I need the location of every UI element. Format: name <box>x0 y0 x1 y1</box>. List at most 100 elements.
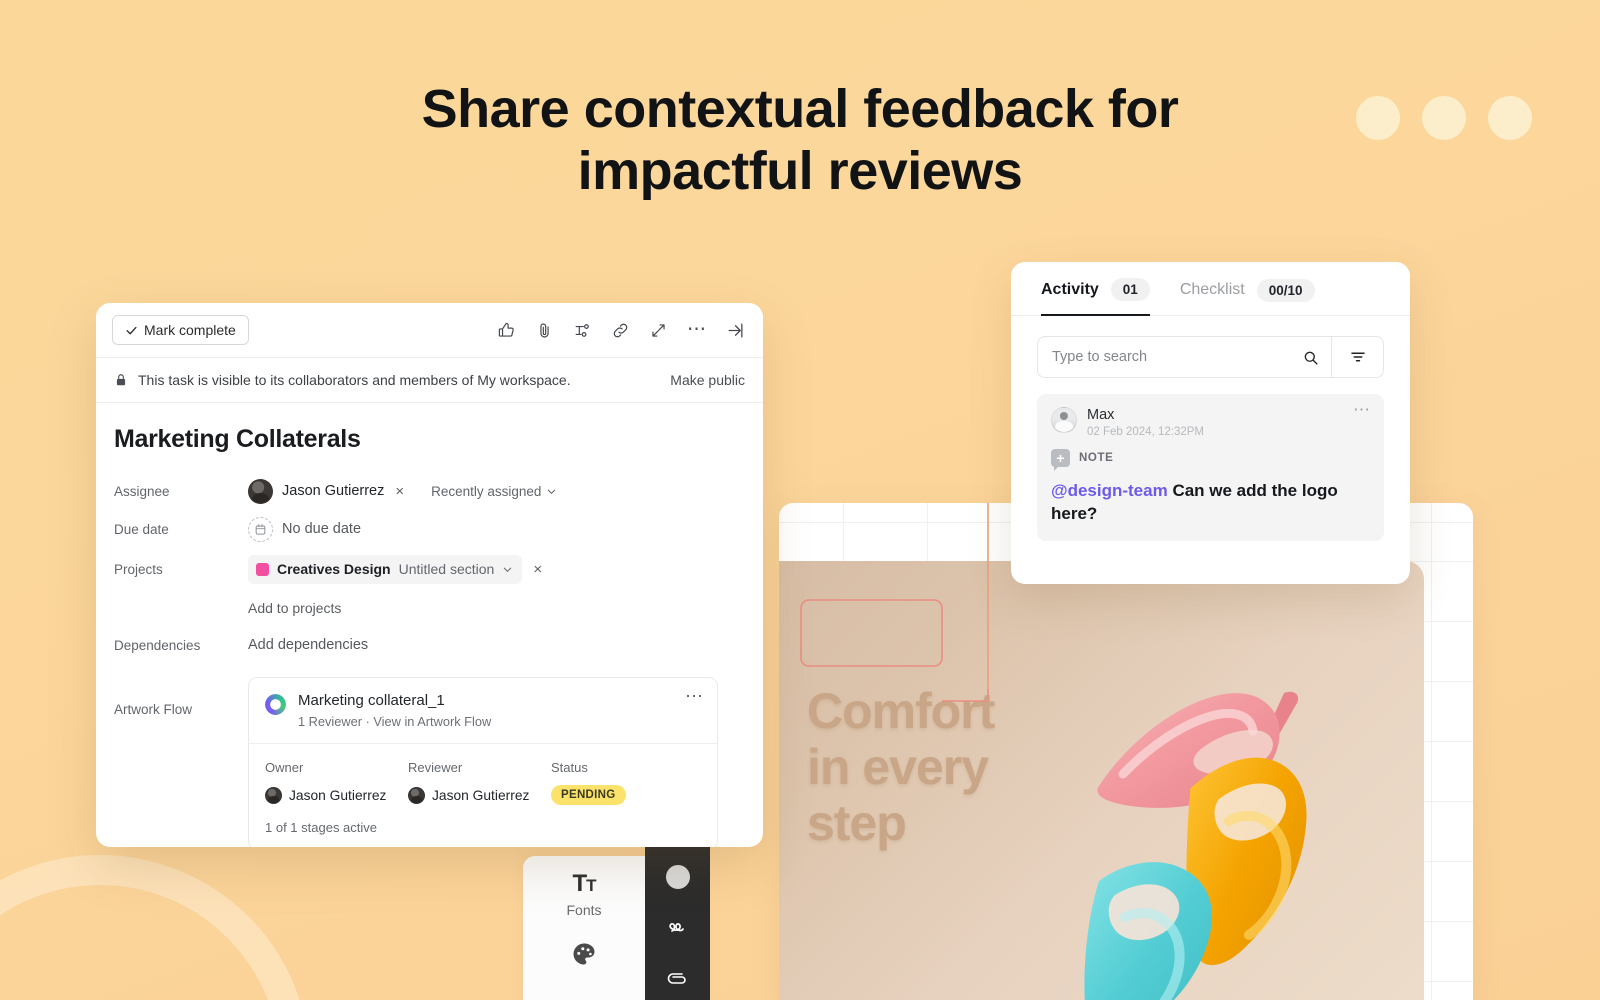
avatar <box>408 786 425 804</box>
table-row: Jason Gutierrez Jason Gutierrez PENDING <box>265 785 701 805</box>
promo-screenshot: Share contextual feedback for impactful … <box>0 0 1600 1000</box>
subtask-icon[interactable] <box>573 321 592 340</box>
visibility-banner: This task is visible to its collaborator… <box>96 357 763 403</box>
project-chip[interactable]: Creatives Design Untitled section <box>248 554 523 584</box>
table-header-row: Owner Reviewer Status <box>265 760 701 775</box>
collapse-right-icon[interactable] <box>726 321 745 340</box>
activity-comment: Max 02 Feb 2024, 12:32PM ⋯ + NOTE @desig… <box>1037 394 1384 541</box>
field-dependencies: Dependencies Add dependencies <box>96 626 763 664</box>
search-icon[interactable] <box>1302 349 1319 366</box>
due-date-label: Due date <box>114 521 169 537</box>
tool-colors[interactable] <box>570 940 598 973</box>
assignee-label: Assignee <box>114 483 170 499</box>
dependencies-label: Dependencies <box>114 637 201 653</box>
artwork-flow-card: Marketing collateral_1 1 Reviewer · View… <box>248 677 718 847</box>
color-palette-icon <box>573 943 595 965</box>
comment-body: @design-team Can we add the logo here? <box>1051 479 1370 525</box>
add-dependencies-button[interactable]: Add dependencies <box>248 637 368 653</box>
activity-search-row <box>1037 336 1384 378</box>
column-status: Status <box>551 760 588 775</box>
due-date-value[interactable]: No due date <box>282 521 361 537</box>
assignee-sort-dropdown[interactable]: Recently assigned <box>431 484 557 499</box>
link-icon[interactable] <box>611 321 630 340</box>
tab-checklist[interactable]: Checklist 00/10 <box>1179 278 1315 315</box>
project-name: Creatives Design <box>277 561 391 577</box>
artwork-flow-table: Owner Reviewer Status Jason Gutierrez Ja… <box>249 743 717 847</box>
turquoise-pump <box>1084 862 1212 1000</box>
mark-complete-label: Mark complete <box>144 322 236 338</box>
project-section: Untitled section <box>398 561 495 577</box>
task-title: Marketing Collaterals <box>114 425 361 453</box>
add-to-projects-button[interactable]: Add to projects <box>96 590 763 616</box>
assignee-name[interactable]: Jason Gutierrez <box>282 483 384 499</box>
tool-fonts-label: Fonts <box>566 902 602 918</box>
field-assignee: Assignee Jason Gutierrez × Recently assi… <box>96 472 763 510</box>
comment-type-label: NOTE <box>1079 452 1114 464</box>
tab-activity-label: Activity <box>1041 280 1099 298</box>
more-options-icon[interactable]: ⋯ <box>1353 401 1370 418</box>
status-badge: PENDING <box>551 785 626 805</box>
filter-button[interactable] <box>1331 337 1383 377</box>
decorative-ring <box>0 855 310 1000</box>
artwork-flow-icon <box>265 694 286 715</box>
task-toolbar-icons: ⋯ <box>497 320 745 340</box>
artwork-flow-label: Artwork Flow <box>114 702 193 717</box>
field-projects: Projects Creatives Design Untitled secti… <box>96 548 763 590</box>
headline-line-1: Share contextual feedback for <box>421 79 1179 139</box>
field-due-date: Due date No due date <box>96 510 763 548</box>
comment-header: Max 02 Feb 2024, 12:32PM ⋯ <box>1051 401 1370 438</box>
chevron-down-icon <box>548 489 556 494</box>
remove-assignee-button[interactable]: × <box>393 483 406 500</box>
comment-mention[interactable]: @design-team <box>1051 481 1168 500</box>
tab-checklist-count: 00/10 <box>1256 278 1315 302</box>
artwork-line-1: Comfort <box>807 683 995 739</box>
shape-circle-icon[interactable] <box>665 865 690 889</box>
tab-checklist-label: Checklist <box>1179 281 1245 298</box>
reviewer-name: Jason Gutierrez <box>432 787 530 803</box>
artwork-board: Comfort in every step <box>779 561 1424 1000</box>
calendar-icon[interactable] <box>248 516 273 542</box>
avatar <box>1051 407 1077 433</box>
search-input[interactable] <box>1052 349 1302 365</box>
tab-activity[interactable]: Activity 01 <box>1041 278 1150 316</box>
visibility-text: This task is visible to its collaborator… <box>138 372 571 388</box>
cell-status: PENDING <box>551 785 694 805</box>
assignee-sort-label: Recently assigned <box>431 483 542 499</box>
chevron-down-icon[interactable] <box>502 564 513 575</box>
activity-panel: Activity 01 Checklist 00/10 Type to sear… <box>1011 262 1410 584</box>
artwork-flow-header: Marketing collateral_1 1 Reviewer · View… <box>249 678 717 743</box>
freehand-draw-icon[interactable] <box>666 915 690 939</box>
activity-tabs: Activity 01 Checklist 00/10 <box>1011 262 1410 316</box>
editor-tools-panel: TT Fonts <box>523 856 645 1000</box>
lock-icon <box>116 374 126 386</box>
make-public-button[interactable]: Make public <box>670 372 745 388</box>
search-field-wrap <box>1038 337 1331 377</box>
column-owner: Owner <box>265 760 304 775</box>
text-size-icon: TT <box>572 870 596 897</box>
headline-line-2: impactful reviews <box>577 141 1023 201</box>
page-title: Share contextual feedback for impactful … <box>0 78 1600 202</box>
avatar <box>248 478 273 504</box>
artwork-flow-subtitle[interactable]: 1 Reviewer · View in Artwork Flow <box>298 714 491 729</box>
artwork-flow-name[interactable]: Marketing collateral_1 <box>298 692 491 709</box>
thumbs-up-icon[interactable] <box>497 321 516 340</box>
artwork-headline: Comfort in every step <box>807 683 995 851</box>
shoes-photo <box>1084 691 1307 1000</box>
paperclip-icon[interactable] <box>666 965 690 989</box>
comment-timestamp: 02 Feb 2024, 12:32PM <box>1087 426 1204 438</box>
editor-dark-toolbar <box>645 847 710 1000</box>
artwork-line-3: step <box>807 795 907 851</box>
expand-icon[interactable] <box>649 321 668 340</box>
avatar <box>265 786 282 804</box>
check-icon <box>126 326 137 334</box>
mark-complete-button[interactable]: Mark complete <box>112 315 249 345</box>
task-detail-card: Mark complete ⋯ This task is visible to … <box>96 303 763 847</box>
projects-label: Projects <box>114 561 163 577</box>
more-options-icon[interactable]: ⋯ <box>687 320 707 339</box>
tool-fonts[interactable]: TT Fonts <box>566 870 602 919</box>
more-options-icon[interactable]: ⋯ <box>685 687 703 705</box>
note-bubble-icon: + <box>1051 449 1070 471</box>
paperclip-icon[interactable] <box>535 321 554 340</box>
remove-project-button[interactable]: × <box>531 561 544 578</box>
tab-activity-count: 01 <box>1110 278 1150 301</box>
